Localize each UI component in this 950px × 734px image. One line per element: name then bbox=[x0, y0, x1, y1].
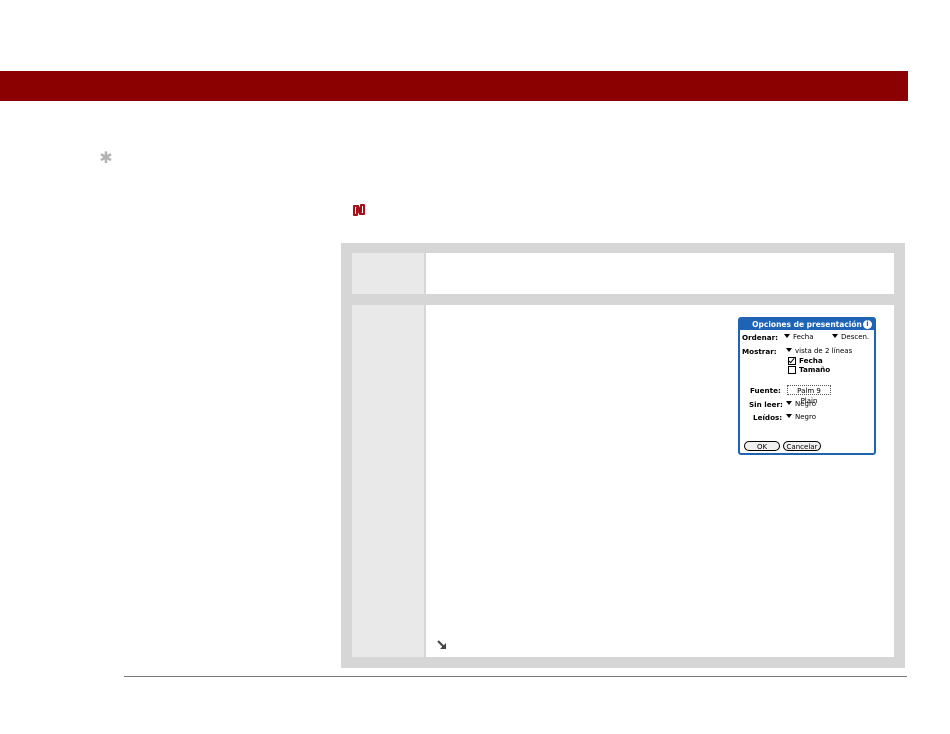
table-row-1-step-cell bbox=[352, 253, 424, 294]
leidos-label: Leídos: bbox=[753, 413, 783, 422]
ordenar-label: Ordenar: bbox=[742, 333, 779, 342]
tamano-checkbox-label: Tamaño bbox=[799, 365, 831, 374]
table-row-1-content-cell bbox=[426, 253, 894, 294]
ordenar-select[interactable]: Fecha bbox=[784, 333, 814, 342]
chevron-down-icon bbox=[786, 401, 792, 405]
mostrar-select[interactable]: vista de 2 líneas bbox=[786, 347, 852, 356]
tamano-checkbox[interactable] bbox=[788, 366, 796, 374]
cancel-button[interactable]: Cancelar bbox=[783, 441, 821, 451]
table-row-2-step-cell bbox=[352, 305, 424, 657]
leidos-select[interactable]: Negro bbox=[786, 413, 816, 422]
chevron-down-icon bbox=[832, 334, 838, 338]
bottom-divider bbox=[124, 676, 907, 677]
chevron-down-icon bbox=[786, 414, 792, 418]
font-selector[interactable]: Palm 9 Plain bbox=[787, 385, 831, 405]
mostrar-label: Mostrar: bbox=[742, 347, 777, 356]
order-direction-select[interactable]: Descen. bbox=[832, 333, 869, 342]
chevron-down-icon bbox=[786, 348, 792, 352]
asterisk-icon: ✱ bbox=[99, 148, 113, 167]
sin-leer-label: Sin leer: bbox=[749, 400, 783, 409]
chevron-down-icon bbox=[784, 334, 790, 338]
header-bar bbox=[0, 71, 908, 101]
fecha-checkbox[interactable] bbox=[788, 357, 796, 365]
arrow-down-right-icon bbox=[437, 640, 446, 649]
display-options-dialog: Opciones de presentación i Ordenar: Fech… bbox=[738, 317, 876, 455]
info-icon[interactable]: i bbox=[863, 320, 872, 329]
dialog-title: Opciones de presentación i bbox=[740, 319, 874, 330]
fuente-label: Fuente: bbox=[750, 386, 781, 395]
ok-button[interactable]: OK bbox=[744, 441, 780, 451]
fecha-checkbox-label: Fecha bbox=[799, 356, 823, 365]
sin-leer-select[interactable]: Negro bbox=[786, 400, 816, 409]
tip-icon bbox=[353, 204, 365, 216]
